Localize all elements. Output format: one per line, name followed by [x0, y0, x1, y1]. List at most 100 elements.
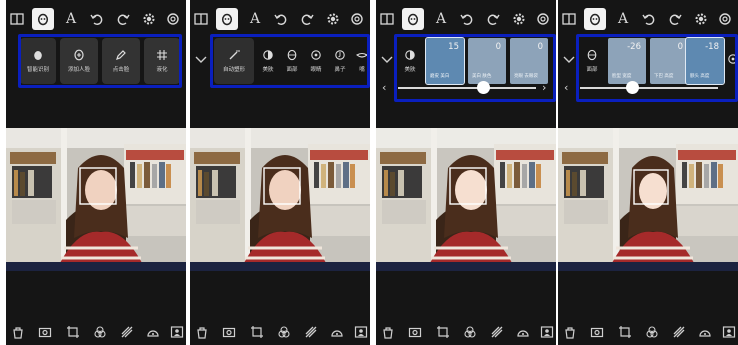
slider-knob[interactable]: [477, 81, 491, 94]
compare-icon[interactable]: [6, 8, 28, 30]
tool-smart-detect[interactable]: 智能识别: [20, 38, 56, 84]
chevron-right-icon[interactable]: ›: [542, 81, 552, 95]
adjust-circles-icon[interactable]: [93, 324, 107, 338]
tool-face[interactable]: 面部: [280, 38, 304, 84]
value-number: 0: [495, 42, 501, 52]
tool-liquify[interactable]: 液化: [144, 38, 180, 84]
portrait-mode-icon[interactable]: [354, 324, 368, 338]
undo-icon[interactable]: [456, 8, 478, 30]
tool-label: 液化: [156, 67, 168, 73]
tool-next[interactable]: [726, 38, 738, 84]
tool-eyes[interactable]: 眼睛: [304, 38, 328, 84]
settings-gear-icon[interactable]: [690, 8, 712, 30]
redo-icon[interactable]: [296, 8, 318, 30]
tool-label: 眼睛: [310, 67, 322, 73]
adjust-circles-icon[interactable]: [645, 324, 659, 338]
camera-icon[interactable]: [38, 324, 52, 338]
camera-lens-icon[interactable]: [714, 8, 736, 30]
slider-knob[interactable]: [625, 81, 639, 94]
top-toolbar: A: [190, 8, 370, 30]
tool-label: 自动塑形: [222, 67, 245, 73]
portrait-mode-icon[interactable]: [540, 324, 554, 338]
value-tile-chin[interactable]: 0 下巴 高度: [650, 38, 688, 84]
redo-icon[interactable]: [112, 8, 134, 30]
tool-face[interactable]: 面部: [580, 38, 604, 84]
mouth-icon: [356, 52, 368, 58]
text-tool-icon[interactable]: A: [244, 8, 266, 30]
tool-auto-shape[interactable]: 自动塑形: [214, 38, 254, 84]
face-tool-icon[interactable]: [216, 8, 238, 30]
undo-icon[interactable]: [270, 8, 292, 30]
tool-label: 美肤: [404, 67, 416, 73]
tool-add-face[interactable]: 添加人脸: [60, 38, 98, 84]
brush-stripes-icon[interactable]: [304, 324, 318, 338]
settings-gear-icon[interactable]: [322, 8, 344, 30]
crop-icon[interactable]: [250, 324, 264, 338]
adjust-slider-track[interactable]: [398, 87, 536, 89]
compare-icon[interactable]: [190, 8, 212, 30]
bag-icon[interactable]: [381, 324, 395, 339]
tool-label: 智能识别: [26, 67, 49, 73]
compare-icon[interactable]: [558, 8, 580, 30]
brush-stripes-icon[interactable]: [672, 324, 686, 338]
tool-skin[interactable]: 美肤: [398, 38, 422, 84]
chevron-left-icon[interactable]: ‹: [382, 81, 392, 95]
top-toolbar: A: [376, 8, 556, 30]
brush-stripes-icon[interactable]: [490, 324, 504, 338]
value-tile-smooth[interactable]: 15 磨皮 美白: [425, 37, 465, 85]
text-tool-icon[interactable]: A: [612, 8, 634, 30]
bag-icon[interactable]: [195, 324, 209, 339]
camera-icon[interactable]: [408, 324, 422, 338]
face-contour-icon: [587, 49, 597, 61]
adjust-circles-icon[interactable]: [463, 324, 477, 338]
value-tile-whiten[interactable]: 0 美白 肤色: [468, 38, 506, 84]
crop-icon[interactable]: [66, 324, 80, 338]
bag-icon[interactable]: [563, 324, 577, 339]
value-label: 美白 肤色: [472, 74, 492, 79]
tool-skin[interactable]: 美肤: [256, 38, 280, 84]
brush-stripes-icon[interactable]: [120, 324, 134, 338]
tool-mouth[interactable]: 嘴: [352, 38, 370, 84]
camera-icon[interactable]: [590, 324, 604, 338]
chevron-down-icon[interactable]: [562, 52, 576, 66]
portrait-mode-icon[interactable]: [170, 324, 184, 338]
retouch-icon[interactable]: [698, 324, 712, 338]
crop-icon[interactable]: [436, 324, 450, 338]
retouch-icon[interactable]: [516, 324, 530, 338]
undo-icon[interactable]: [86, 8, 108, 30]
settings-gear-icon[interactable]: [138, 8, 160, 30]
tool-touch-face[interactable]: 点击脸: [102, 38, 140, 84]
undo-icon[interactable]: [638, 8, 660, 30]
face-tool-icon[interactable]: [402, 8, 424, 30]
camera-lens-icon[interactable]: [532, 8, 554, 30]
value-tile-forehead[interactable]: -18 额头 高度: [685, 37, 725, 85]
portrait-mode-icon[interactable]: [722, 324, 736, 338]
face-outline-icon: [34, 51, 42, 60]
retouch-icon[interactable]: [330, 324, 344, 338]
compare-icon[interactable]: [376, 8, 398, 30]
adjust-slider-track[interactable]: [580, 87, 718, 89]
face-tool-icon[interactable]: [32, 8, 54, 30]
value-tile-eyes[interactable]: 0 亮眼 去眼袋: [510, 38, 548, 84]
value-tile-face-width[interactable]: -26 脸型 宽度: [608, 38, 646, 84]
crop-icon[interactable]: [618, 324, 632, 338]
chevron-down-icon[interactable]: [194, 52, 208, 66]
pencil-icon: [116, 50, 126, 60]
bag-icon[interactable]: [11, 324, 25, 339]
tool-nose[interactable]: 鼻子: [328, 38, 352, 84]
text-tool-icon[interactable]: A: [60, 8, 82, 30]
settings-gear-icon[interactable]: [508, 8, 530, 30]
text-tool-icon[interactable]: A: [430, 8, 452, 30]
camera-icon[interactable]: [222, 324, 236, 338]
retouch-icon[interactable]: [146, 324, 160, 338]
face-tool-icon[interactable]: [584, 8, 606, 30]
redo-icon[interactable]: [482, 8, 504, 30]
camera-lens-icon[interactable]: [162, 8, 184, 30]
chevron-down-icon[interactable]: [380, 52, 394, 66]
chevron-left-icon[interactable]: ‹: [564, 81, 574, 95]
value-label: 亮眼 去眼袋: [514, 74, 538, 79]
camera-lens-icon[interactable]: [346, 8, 368, 30]
redo-icon[interactable]: [664, 8, 686, 30]
adjust-circles-icon[interactable]: [277, 324, 291, 338]
value-number: -18: [705, 42, 719, 52]
